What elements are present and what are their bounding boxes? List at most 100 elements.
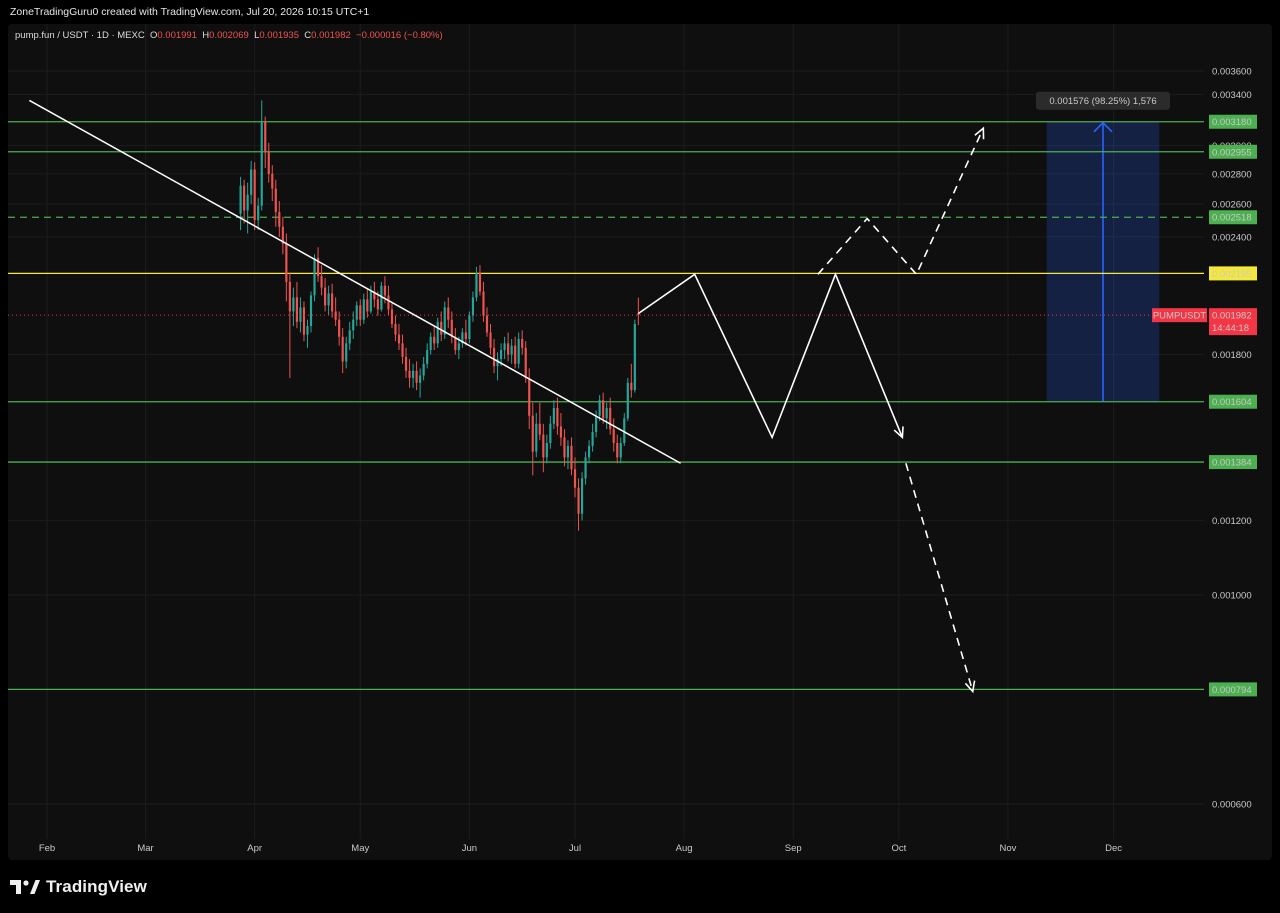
candle-body[interactable] (595, 415, 598, 432)
candle-body[interactable] (436, 321, 439, 344)
candle-body[interactable] (260, 121, 263, 206)
candle-body[interactable] (390, 309, 394, 324)
candle-body[interactable] (394, 323, 397, 335)
candle-body[interactable] (401, 343, 404, 357)
candle-body[interactable] (556, 407, 559, 427)
candle-body[interactable] (573, 469, 577, 488)
candle-body[interactable] (239, 185, 242, 214)
candle-body[interactable] (612, 429, 615, 444)
candle-body[interactable] (584, 457, 587, 479)
candle-body[interactable] (630, 382, 633, 391)
candle-body[interactable] (510, 345, 513, 355)
candle-body[interactable] (267, 152, 270, 174)
candle-body[interactable] (355, 305, 358, 320)
trendline[interactable] (29, 99, 681, 464)
candle-body[interactable] (538, 423, 541, 435)
candle-body[interactable] (609, 407, 612, 430)
candle-body[interactable] (352, 319, 355, 331)
candle-body[interactable] (408, 370, 411, 378)
candle-body[interactable] (457, 343, 460, 351)
candle-body[interactable] (264, 121, 267, 153)
candle-body[interactable] (309, 295, 313, 327)
candle-body[interactable] (302, 307, 306, 335)
candle-body[interactable] (566, 445, 570, 458)
candle-body[interactable] (362, 299, 365, 320)
candle-body[interactable] (404, 356, 408, 371)
candle-body[interactable] (619, 443, 622, 458)
candle-body[interactable] (542, 434, 545, 458)
candle-body[interactable] (517, 338, 520, 364)
candle-body[interactable] (605, 407, 608, 419)
candle-body[interactable] (549, 423, 552, 444)
candle-body[interactable] (570, 445, 573, 470)
candle-body[interactable] (295, 297, 299, 322)
candle-body[interactable] (253, 169, 256, 221)
candle-body[interactable] (440, 321, 443, 335)
candle-body[interactable] (426, 350, 429, 364)
candle-body[interactable] (524, 347, 527, 378)
candle-body[interactable] (419, 375, 422, 383)
candle-body[interactable] (507, 343, 510, 355)
candle-body[interactable] (320, 276, 323, 288)
candle-body[interactable] (450, 319, 453, 337)
candle-body[interactable] (580, 478, 584, 514)
candle-body[interactable] (447, 307, 450, 320)
candle-body[interactable] (397, 334, 401, 344)
candle-body[interactable] (345, 343, 348, 362)
candle-body[interactable] (348, 330, 351, 344)
candle-body[interactable] (274, 188, 277, 213)
tradingview-logo[interactable]: TradingView (10, 877, 147, 897)
candle-body[interactable] (292, 297, 295, 312)
candle-body[interactable] (468, 315, 471, 339)
chart-canvas[interactable]: 0.0036000.0034000.0030000.0028000.002600… (8, 24, 1272, 860)
candle-body[interactable] (464, 332, 467, 339)
projection-path-bullish[interactable] (817, 127, 985, 276)
candle-body[interactable] (552, 407, 555, 424)
candle-body[interactable] (577, 487, 580, 514)
candle-body[interactable] (243, 185, 246, 211)
candle-body[interactable] (503, 343, 506, 351)
candle-body[interactable] (521, 338, 524, 348)
candle-body[interactable] (313, 257, 316, 296)
candle-body[interactable] (443, 307, 446, 335)
candle-body[interactable] (422, 363, 425, 376)
candle-body[interactable] (387, 295, 390, 310)
candle-body[interactable] (250, 169, 253, 195)
candle-body[interactable] (499, 350, 503, 360)
candle-body[interactable] (306, 326, 309, 335)
candle-body[interactable] (341, 336, 344, 362)
projection-path[interactable] (637, 272, 904, 440)
candle-body[interactable] (359, 305, 362, 320)
candle-body[interactable] (299, 307, 302, 322)
candle-body[interactable] (369, 291, 372, 312)
candle-body[interactable] (531, 415, 534, 452)
candle-body[interactable] (411, 370, 415, 378)
candle-body[interactable] (598, 400, 601, 416)
candle-body[interactable] (482, 291, 485, 316)
candle-body[interactable] (489, 332, 492, 348)
candle-body[interactable] (492, 347, 496, 367)
candle-body[interactable] (338, 319, 341, 337)
candle-body[interactable] (559, 426, 563, 438)
candle-body[interactable] (616, 443, 619, 458)
candle-body[interactable] (271, 173, 274, 189)
candle-body[interactable] (246, 194, 249, 211)
candle-body[interactable] (471, 297, 475, 316)
candle-body[interactable] (478, 272, 482, 292)
projection-path-bearish[interactable] (905, 463, 974, 692)
candle-body[interactable] (535, 423, 538, 452)
candle-body[interactable] (545, 443, 548, 458)
candle-body[interactable] (602, 400, 605, 419)
candle-body[interactable] (563, 437, 566, 458)
candle-body[interactable] (288, 281, 291, 312)
candle-body[interactable] (433, 336, 436, 344)
candle-body[interactable] (514, 345, 517, 364)
candle-body[interactable] (626, 382, 629, 419)
candle-body[interactable] (383, 285, 387, 296)
candle-body[interactable] (591, 431, 594, 446)
candle-body[interactable] (475, 272, 478, 298)
candle-body[interactable] (327, 293, 330, 306)
candle-body[interactable] (331, 293, 334, 312)
candle-body[interactable] (633, 323, 636, 391)
candle-body[interactable] (429, 336, 432, 351)
